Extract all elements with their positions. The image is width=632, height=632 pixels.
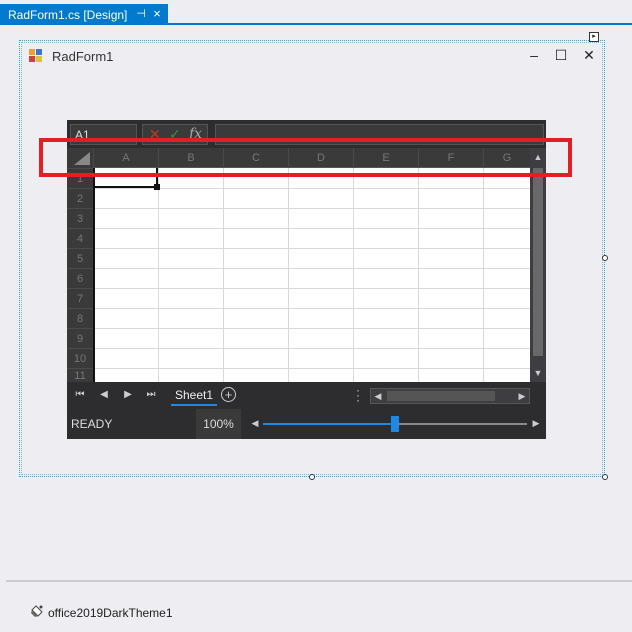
row-header[interactable]: 10 xyxy=(67,348,93,368)
first-sheet-icon[interactable]: ⏮ xyxy=(73,388,87,402)
active-cell-left-border xyxy=(93,168,95,382)
resize-handle-bottom-right[interactable] xyxy=(602,474,608,480)
grid-line xyxy=(93,268,530,269)
grid-line xyxy=(288,168,289,382)
pin-icon[interactable]: ⊣ xyxy=(135,7,147,21)
tab-splitter-icon[interactable]: · · · xyxy=(356,384,360,406)
row-header[interactable]: 11 xyxy=(67,368,93,382)
row-header[interactable]: 8 xyxy=(67,308,93,328)
row-header[interactable]: 7 xyxy=(67,288,93,308)
grid-line xyxy=(93,288,530,289)
document-tab-radform1-design[interactable]: RadForm1.cs [Design] ⊣ × xyxy=(0,4,168,25)
scroll-down-icon[interactable]: ▼ xyxy=(530,366,546,380)
zoom-slider-thumb[interactable] xyxy=(391,416,399,432)
theme-component-icon xyxy=(31,605,43,617)
add-sheet-icon[interactable]: + xyxy=(221,387,236,402)
form-title: RadForm1 xyxy=(52,49,114,64)
status-bar: READY 100% ◀ ▶ xyxy=(67,409,546,439)
grid-line xyxy=(93,348,530,349)
zoom-out-icon[interactable]: ◀ xyxy=(250,417,260,429)
horizontal-scrollbar[interactable]: ◀ ▶ xyxy=(370,388,530,404)
minimize-button[interactable]: – xyxy=(526,46,542,64)
form-icon xyxy=(29,49,42,62)
previous-sheet-icon[interactable]: ◀ xyxy=(97,388,111,402)
grid-line xyxy=(93,208,530,209)
vertical-scrollbar[interactable]: ▲ ▼ xyxy=(530,148,546,382)
resize-handle-bottom[interactable] xyxy=(309,474,315,480)
grid-line xyxy=(483,168,484,382)
form-close-button[interactable]: ✕ xyxy=(581,46,597,64)
sheet-tab-strip: ⏮ ◀ ▶ ⏭ Sheet1 + · · · ◀ ▶ xyxy=(67,382,546,409)
grid-line xyxy=(93,248,530,249)
maximize-button[interactable]: ☐ xyxy=(553,46,569,64)
vertical-scroll-thumb[interactable] xyxy=(533,168,543,356)
status-text: READY xyxy=(71,417,113,431)
column-header-highlight xyxy=(39,138,572,177)
zoom-in-icon[interactable]: ▶ xyxy=(531,417,541,429)
next-sheet-icon[interactable]: ▶ xyxy=(121,388,135,402)
grid-line xyxy=(93,228,530,229)
document-tabstrip: RadForm1.cs [Design] ⊣ × xyxy=(0,0,632,25)
zoom-level[interactable]: 100% xyxy=(196,409,241,439)
fill-handle[interactable] xyxy=(154,184,160,190)
sheet-tab-sheet1[interactable]: Sheet1 xyxy=(171,386,218,406)
grid-line xyxy=(353,168,354,382)
close-icon[interactable]: × xyxy=(151,6,163,22)
row-header[interactable]: 2 xyxy=(67,188,93,208)
tray-component-label[interactable]: office2019DarkTheme1 xyxy=(48,606,173,620)
row-header[interactable]: 5 xyxy=(67,248,93,268)
grid-line xyxy=(93,328,530,329)
row-header-column: 1 2 3 4 5 6 7 8 9 10 11 xyxy=(67,168,93,382)
row-header[interactable]: 4 xyxy=(67,228,93,248)
grid-line xyxy=(158,168,159,382)
horizontal-scroll-thumb[interactable] xyxy=(387,391,495,401)
scroll-right-icon[interactable]: ▶ xyxy=(515,389,529,403)
zoom-slider-fill xyxy=(263,423,395,425)
grid-line xyxy=(223,168,224,382)
last-sheet-icon[interactable]: ⏭ xyxy=(144,388,158,402)
grid-line xyxy=(93,368,530,369)
scroll-left-icon[interactable]: ◀ xyxy=(371,389,385,403)
grid-line xyxy=(93,308,530,309)
grid-line xyxy=(418,168,419,382)
row-header[interactable]: 9 xyxy=(67,328,93,348)
smart-tag-icon[interactable]: ▸ xyxy=(589,32,599,42)
document-tab-label: RadForm1.cs [Design] xyxy=(8,7,128,22)
row-header[interactable]: 6 xyxy=(67,268,93,288)
resize-handle-right[interactable] xyxy=(602,255,608,261)
row-header[interactable]: 3 xyxy=(67,208,93,228)
cell-grid[interactable] xyxy=(93,168,530,382)
